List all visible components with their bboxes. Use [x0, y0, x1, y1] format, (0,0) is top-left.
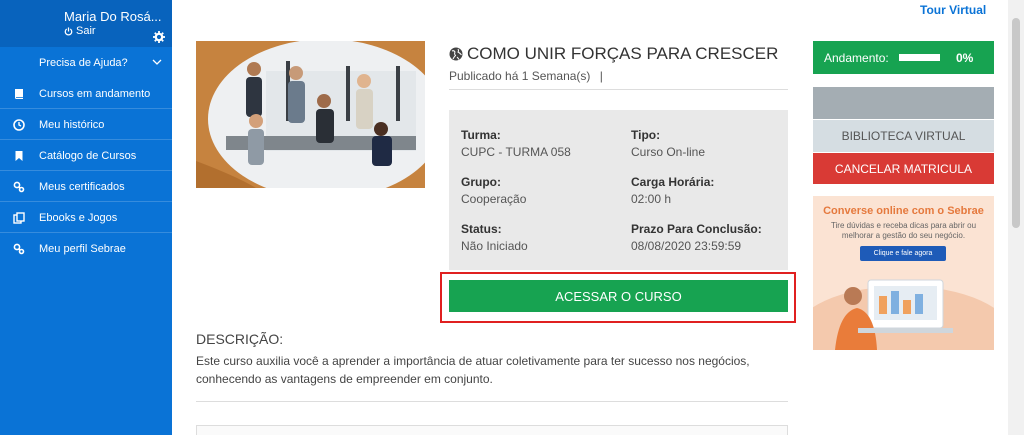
promo-illustration — [813, 266, 994, 350]
sidebar-item-label: Meus certificados — [39, 181, 125, 193]
bookmark-icon — [15, 151, 23, 161]
lower-card — [196, 425, 788, 435]
course-title: COMO UNIR FORÇAS PARA CRESCER — [449, 44, 778, 64]
sidebar-item-perfil[interactable]: Meu perfil Sebrae — [0, 234, 172, 264]
sidebar-item-label: Catálogo de Cursos — [39, 150, 137, 162]
course-title-text: COMO UNIR FORÇAS PARA CRESCER — [467, 44, 779, 63]
certificate-icon — [13, 181, 25, 193]
library-button[interactable]: BIBLIOTECA VIRTUAL — [813, 120, 994, 152]
book-icon — [14, 89, 23, 99]
status-value: Não Iniciado — [461, 239, 528, 253]
chevron-down-icon — [152, 59, 162, 65]
globe-icon — [449, 47, 463, 61]
sidebar-item-historico[interactable]: Meu histórico — [0, 110, 172, 140]
progress-label: Andamento: — [824, 50, 889, 65]
tour-virtual-link[interactable]: Tour Virtual — [920, 3, 986, 17]
carga-value: 02:00 h — [631, 192, 672, 206]
sidebar-item-label: Meu perfil Sebrae — [39, 243, 126, 255]
sidebar-item-certificados[interactable]: Meus certificados — [0, 172, 172, 202]
course-info-box: Turma: CUPC - TURMA 058 Tipo: Curso On-l… — [449, 110, 788, 270]
user-block: Maria Do Rosá... Sair — [0, 0, 172, 47]
published-separator: | — [599, 69, 603, 83]
scrollbar[interactable] — [1008, 0, 1024, 435]
sidebar-item-cursos[interactable]: Cursos em andamento — [0, 79, 172, 109]
promo-title: Converse online com o Sebrae — [823, 205, 984, 217]
user-name: Maria Do Rosá... — [64, 9, 162, 24]
status-label: Status: — [461, 222, 502, 236]
ebook-icon — [13, 212, 25, 224]
cancel-enrollment-button[interactable]: CANCELAR MATRICULA — [813, 153, 994, 184]
page: Maria Do Rosá... Sair Precisa de Ajuda? … — [0, 0, 1024, 435]
published-info: Publicado há 1 Semana(s) | — [449, 69, 603, 83]
tipo-value: Curso On-line — [631, 145, 706, 159]
sidebar: Maria Do Rosá... Sair Precisa de Ajuda? … — [0, 0, 172, 435]
progress-bar — [899, 54, 940, 61]
sidebar-item-ebooks[interactable]: Ebooks e Jogos — [0, 203, 172, 233]
prazo-value: 08/08/2020 23:59:59 — [631, 239, 742, 253]
clock-icon — [13, 119, 25, 131]
sidebar-item-catalogo[interactable]: Catálogo de Cursos — [0, 141, 172, 171]
logout-link[interactable]: Sair — [64, 25, 96, 37]
grupo-value: Cooperação — [461, 192, 527, 206]
help-menu[interactable]: Precisa de Ajuda? — [0, 50, 172, 76]
published-text: Publicado há 1 Semana(s) — [449, 69, 591, 83]
divider — [196, 401, 788, 402]
gear-icon[interactable] — [153, 31, 165, 43]
tipo-label: Tipo: — [631, 128, 661, 142]
profile-icon — [13, 243, 25, 255]
grupo-label: Grupo: — [461, 175, 501, 189]
help-label: Precisa de Ajuda? — [39, 57, 128, 69]
promo-button[interactable]: Clique e fale agora — [860, 246, 946, 261]
carga-label: Carga Horária: — [631, 175, 715, 189]
gray-panel — [813, 87, 994, 119]
description-heading: DESCRIÇÃO: — [196, 331, 284, 347]
turma-label: Turma: — [461, 128, 501, 142]
sidebar-item-label: Cursos em andamento — [39, 88, 151, 100]
access-course-button[interactable]: ACESSAR O CURSO — [449, 280, 788, 312]
scrollbar-thumb[interactable] — [1012, 18, 1020, 228]
promo-banner[interactable]: Converse online com o Sebrae Tire dúvida… — [813, 196, 994, 350]
logout-label: Sair — [76, 25, 96, 37]
description-text: Este curso auxilia você a aprender a imp… — [196, 354, 750, 386]
sidebar-item-label: Meu histórico — [39, 119, 105, 131]
progress-panel: Andamento: 0% — [813, 41, 994, 74]
turma-value: CUPC - TURMA 058 — [461, 145, 571, 159]
sidebar-item-label: Ebooks e Jogos — [39, 212, 118, 224]
power-icon — [64, 26, 73, 36]
divider — [449, 89, 788, 90]
promo-subtitle: Tire dúvidas e receba dicas para abrir o… — [830, 221, 977, 240]
course-image — [196, 41, 425, 188]
progress-percent: 0% — [956, 51, 974, 65]
prazo-label: Prazo Para Conclusão: — [631, 222, 762, 236]
